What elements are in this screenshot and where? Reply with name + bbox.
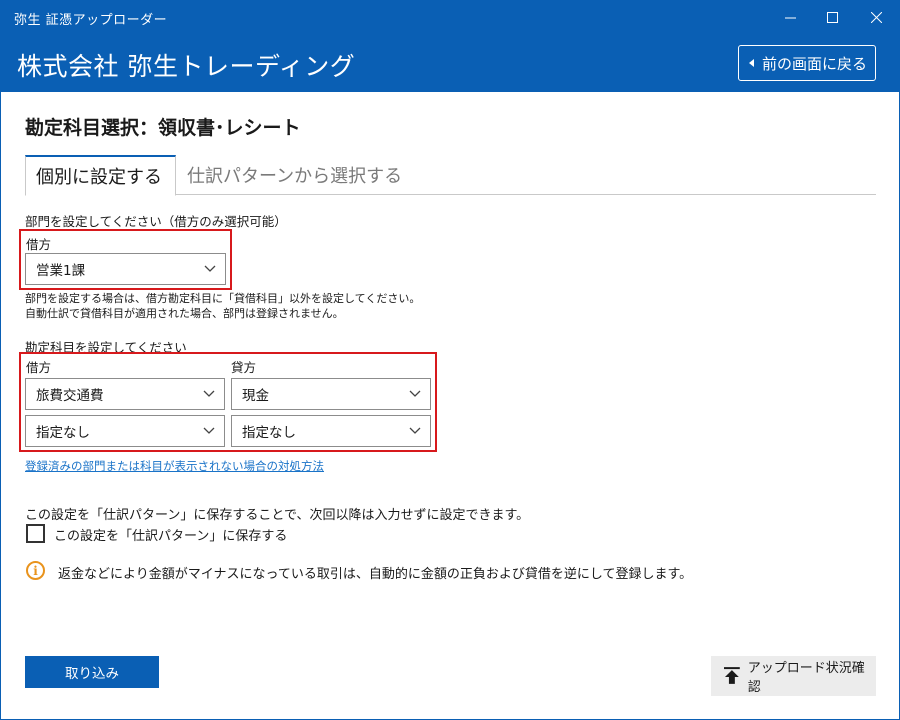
- department-note-line2: 自動仕訳で貸借科目が適用された場合、部門は登録されません。: [25, 307, 344, 320]
- credit-subaccount-select[interactable]: 指定なし: [231, 415, 431, 447]
- back-arrow-icon: [749, 59, 754, 67]
- minimize-icon: [784, 17, 796, 18]
- debit-account-select[interactable]: 旅費交通費: [25, 378, 225, 410]
- department-select-value: 営業1課: [36, 263, 86, 279]
- upload-icon: [724, 667, 740, 684]
- save-pattern-label[interactable]: この設定を「仕訳パターン」に保存する: [54, 525, 287, 544]
- department-section-label: 部門を設定してください（借方のみ選択可能）: [25, 214, 287, 229]
- app-title: 弥生 証憑アップローダー: [14, 13, 168, 28]
- chevron-down-icon: [203, 427, 215, 434]
- maximize-icon: [826, 11, 838, 23]
- chevron-down-icon: [204, 265, 216, 272]
- maximize-button[interactable]: [812, 0, 852, 34]
- department-debit-label: 借方: [26, 237, 52, 252]
- department-select[interactable]: 営業1課: [25, 253, 226, 285]
- credit-subaccount-value: 指定なし: [242, 425, 296, 441]
- import-button-label: 取り込み: [65, 666, 119, 682]
- tab-bar: 個別に設定する 仕訳パターンから選択する: [25, 155, 876, 196]
- accounts-credit-label: 貸方: [231, 360, 257, 375]
- back-button-label: 前の画面に戻る: [762, 54, 868, 73]
- tab-individual[interactable]: 個別に設定する: [25, 155, 176, 196]
- credit-account-value: 現金: [242, 388, 269, 404]
- close-icon: [870, 11, 882, 23]
- page-title: 勘定科目選択：領収書･レシート: [25, 117, 301, 139]
- upload-status-label: アップロード状況確認: [747, 661, 865, 695]
- tab-label: 個別に設定する: [36, 167, 162, 188]
- department-note-line1: 部門を設定する場合は、借方勘定科目に「貸借科目」以外を設定してください。: [25, 292, 421, 305]
- close-button[interactable]: [856, 0, 896, 34]
- chevron-down-icon: [409, 427, 421, 434]
- save-pattern-checkbox[interactable]: [26, 524, 45, 543]
- chevron-down-icon: [203, 390, 215, 397]
- debit-account-value: 旅費交通費: [36, 388, 104, 404]
- minimize-button[interactable]: [770, 0, 810, 34]
- company-header: 株式会社 弥生トレーディング 前の画面に戻る: [0, 36, 900, 92]
- company-name: 株式会社 弥生トレーディング: [17, 52, 356, 81]
- tab-label: 仕訳パターンから選択する: [187, 166, 403, 187]
- import-button[interactable]: 取り込み: [25, 656, 159, 688]
- chevron-down-icon: [409, 390, 421, 397]
- info-text: 返金などにより金額がマイナスになっている取引は、自動的に金額の正負および貸借を逆…: [58, 567, 693, 582]
- upload-status-button[interactable]: アップロード状況確認: [711, 656, 876, 696]
- back-button[interactable]: 前の画面に戻る: [738, 45, 876, 81]
- debit-subaccount-select[interactable]: 指定なし: [25, 415, 225, 447]
- help-link[interactable]: 登録済みの部門または科目が表示されない場合の対処方法: [25, 458, 324, 474]
- debit-subaccount-value: 指定なし: [36, 425, 90, 441]
- info-icon: i: [26, 561, 45, 580]
- pattern-description: この設定を「仕訳パターン」に保存することで、次回以降は入力せずに設定できます。: [25, 508, 530, 523]
- credit-account-select[interactable]: 現金: [231, 378, 431, 410]
- accounts-debit-label: 借方: [26, 360, 52, 375]
- title-bar: 弥生 証憑アップローダー: [0, 0, 900, 36]
- tab-pattern[interactable]: 仕訳パターンから選択する: [187, 155, 402, 195]
